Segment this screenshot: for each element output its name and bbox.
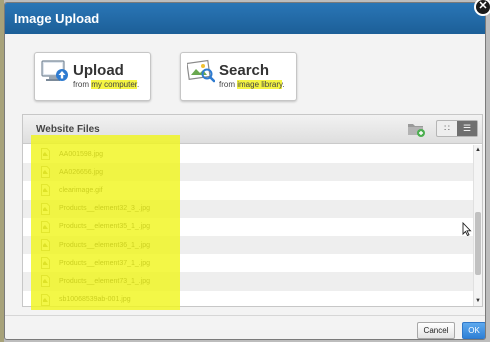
- upload-sub-highlight: my computer: [91, 80, 138, 89]
- close-icon[interactable]: ✕: [474, 0, 490, 16]
- search-sub-highlight: image library: [237, 80, 283, 89]
- search-sub-prefix: from: [219, 80, 238, 89]
- search-sub-suffix: .: [282, 80, 285, 89]
- computer-upload-icon: [41, 60, 68, 81]
- upload-sub-suffix: .: [137, 80, 140, 89]
- list-view-icon[interactable]: ☰: [457, 121, 477, 136]
- scroll-up-icon[interactable]: ▲: [475, 147, 481, 153]
- upload-subtitle: from my computer.: [73, 80, 139, 89]
- scroll-down-icon[interactable]: ▼: [475, 298, 481, 304]
- ok-button[interactable]: OK: [462, 322, 485, 339]
- grid-view-icon[interactable]: ∷: [437, 121, 457, 136]
- upload-title: Upload: [73, 62, 124, 79]
- upload-from-computer-button[interactable]: Upload from my computer.: [34, 52, 151, 101]
- highlight-overlay: [31, 135, 180, 310]
- cancel-button[interactable]: Cancel: [417, 322, 455, 339]
- search-image-library-button[interactable]: Search from image library.: [180, 52, 297, 101]
- image-search-icon: [187, 59, 215, 83]
- dialog-titlebar: Image Upload: [5, 3, 485, 34]
- upload-sub-prefix: from: [73, 80, 92, 89]
- footer-divider: [5, 315, 485, 316]
- file-list-scrollbar[interactable]: ▲ ▼: [473, 145, 482, 306]
- view-toggle: ∷ ☰: [436, 120, 478, 137]
- dialog-title: Image Upload: [14, 11, 100, 26]
- search-subtitle: from image library.: [219, 80, 285, 89]
- new-folder-icon[interactable]: [407, 121, 425, 137]
- scroll-thumb[interactable]: [475, 212, 481, 275]
- mouse-cursor-icon: [462, 222, 472, 236]
- files-title: Website Files: [36, 124, 100, 135]
- search-title: Search: [219, 62, 270, 79]
